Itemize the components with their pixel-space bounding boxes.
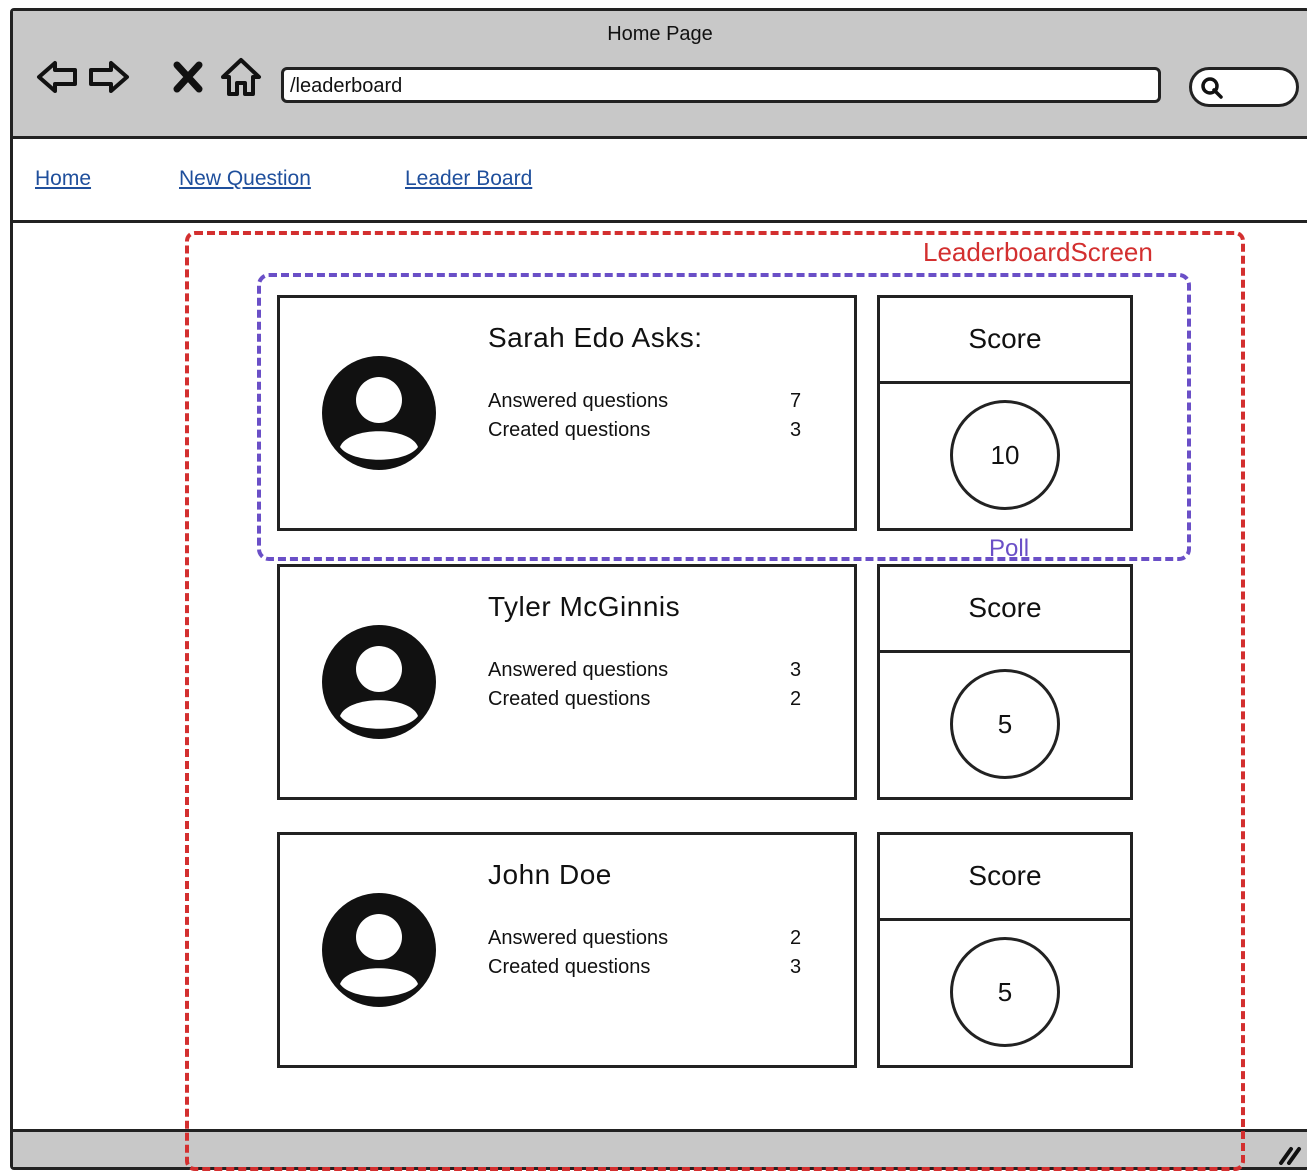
created-questions-label: Created questions (488, 419, 651, 441)
stop-x-icon[interactable] (171, 55, 205, 99)
created-questions-count: 3 (790, 419, 802, 441)
back-arrow-icon[interactable] (35, 55, 79, 99)
answered-questions-label: Answered questions (488, 659, 669, 681)
score-value: 5 (950, 669, 1060, 779)
answered-questions-label: Answered questions (488, 390, 669, 412)
browser-search-field[interactable] (1189, 67, 1299, 107)
leaderboard-user-card: John Doe Answered questions 2 Created qu… (277, 832, 857, 1068)
score-card: Score 5 (877, 564, 1133, 800)
poll-label: Poll (989, 535, 1030, 562)
resize-grip-icon[interactable] (1275, 1137, 1303, 1165)
score-header: Score (880, 298, 1130, 384)
created-questions-count: 3 (790, 956, 802, 978)
user-avatar-icon (320, 354, 438, 472)
search-icon (1201, 77, 1223, 99)
nav-home-link[interactable]: Home (35, 167, 91, 191)
user-avatar-icon (320, 891, 438, 1009)
user-name: Sarah Edo Asks: (488, 322, 703, 353)
created-questions-label: Created questions (488, 956, 651, 978)
leaderboard-screen-label: LeaderboardScreen (923, 237, 1153, 267)
nav-leader-board-link[interactable]: Leader Board (405, 167, 532, 191)
answered-questions-label: Answered questions (488, 927, 669, 949)
leaderboard-user-card: Sarah Edo Asks: Answered questions 7 Cre… (277, 295, 857, 531)
answered-questions-count: 3 (790, 659, 802, 681)
address-bar[interactable]: /leaderboard (281, 67, 1161, 103)
nav-new-question-link[interactable]: New Question (179, 167, 311, 191)
user-avatar-icon (320, 623, 438, 741)
score-value: 5 (950, 937, 1060, 1047)
browser-window: Home Page /leaderboard Home New Question… (10, 8, 1307, 1171)
user-name: John Doe (488, 859, 612, 890)
home-icon[interactable] (219, 55, 263, 99)
score-header: Score (880, 835, 1130, 921)
window-title: Home Page (607, 23, 713, 45)
score-header: Score (880, 567, 1130, 653)
user-name: Tyler McGinnis (488, 591, 681, 622)
created-questions-label: Created questions (488, 688, 651, 710)
score-card: Score 10 (877, 295, 1133, 531)
answered-questions-count: 2 (790, 927, 802, 949)
browser-titlebar: Home Page /leaderboard (13, 11, 1307, 139)
created-questions-count: 2 (790, 688, 802, 710)
score-card: Score 5 (877, 832, 1133, 1068)
leaderboard-user-card: Tyler McGinnis Answered questions 3 Crea… (277, 564, 857, 800)
score-value: 10 (950, 400, 1060, 510)
app-navigation: Home New Question Leader Board (13, 139, 1307, 223)
forward-arrow-icon[interactable] (87, 55, 131, 99)
answered-questions-count: 7 (790, 390, 802, 412)
